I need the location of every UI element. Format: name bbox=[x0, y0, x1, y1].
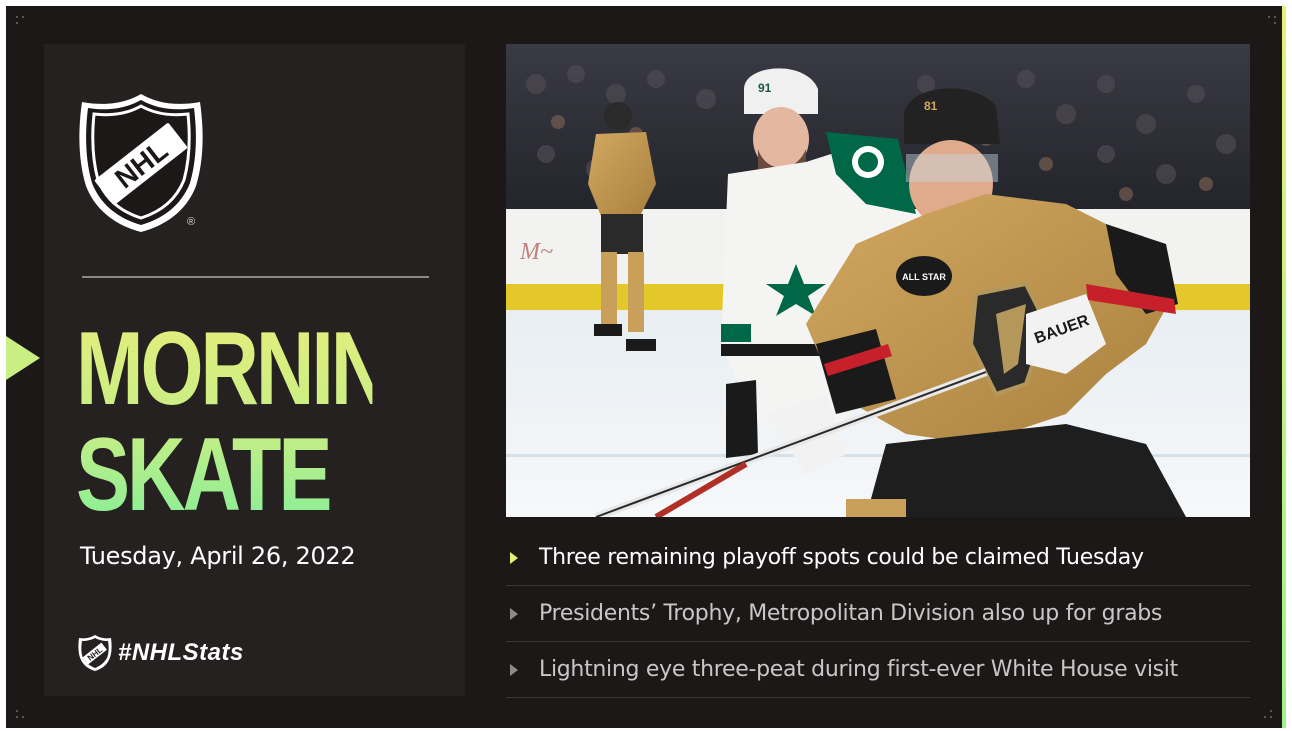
title-line-2: SKATE bbox=[76, 417, 330, 533]
divider bbox=[82, 276, 429, 278]
corner-dots-bottom-left bbox=[16, 692, 42, 718]
headline-item-1[interactable]: Three remaining playoff spots could be c… bbox=[506, 530, 1250, 586]
play-triangle-icon bbox=[510, 663, 518, 676]
hashtag-text: #NHLStats bbox=[118, 639, 244, 666]
accent-strip bbox=[1282, 6, 1286, 728]
title-panel: NHL ® MORNING SKATE Tuesday, April 26, 2… bbox=[44, 44, 465, 696]
headline-list: Three remaining playoff spots could be c… bbox=[506, 530, 1250, 698]
hockey-action-image: M~ 91 81 ALL STAR BAUER bbox=[506, 44, 1250, 517]
publish-date: Tuesday, April 26, 2022 bbox=[80, 542, 356, 570]
registered-mark: ® bbox=[187, 216, 196, 228]
page-title: MORNING SKATE bbox=[76, 316, 372, 528]
svg-text:81: 81 bbox=[924, 99, 938, 113]
chevron-right-icon bbox=[6, 336, 40, 380]
headline-item-3[interactable]: Lightning eye three-peat during first-ev… bbox=[506, 642, 1250, 698]
corner-dots-top-right bbox=[1250, 16, 1276, 42]
play-triangle-icon bbox=[510, 551, 518, 564]
title-line-1: MORNING bbox=[76, 311, 447, 427]
headline-item-2[interactable]: Presidents’ Trophy, Metropolitan Divisio… bbox=[506, 586, 1250, 642]
hashtag-badge: NHL #NHLStats bbox=[78, 634, 244, 672]
svg-text:91: 91 bbox=[758, 81, 772, 95]
headline-text: Lightning eye three-peat during first-ev… bbox=[539, 657, 1178, 682]
corner-dots-top-left bbox=[16, 16, 42, 42]
headline-text: Three remaining playoff spots could be c… bbox=[539, 545, 1144, 570]
play-triangle-icon bbox=[510, 607, 518, 620]
headline-text: Presidents’ Trophy, Metropolitan Divisio… bbox=[539, 601, 1163, 626]
svg-text:ALL STAR: ALL STAR bbox=[902, 272, 946, 282]
nhl-shield-small-icon: NHL bbox=[78, 635, 112, 671]
morning-skate-card: NHL ® MORNING SKATE Tuesday, April 26, 2… bbox=[6, 6, 1286, 728]
nhl-shield-logo: NHL bbox=[79, 94, 203, 232]
hero-photo: M~ 91 81 ALL STAR BAUER bbox=[506, 44, 1250, 517]
svg-text:M~: M~ bbox=[519, 239, 553, 265]
